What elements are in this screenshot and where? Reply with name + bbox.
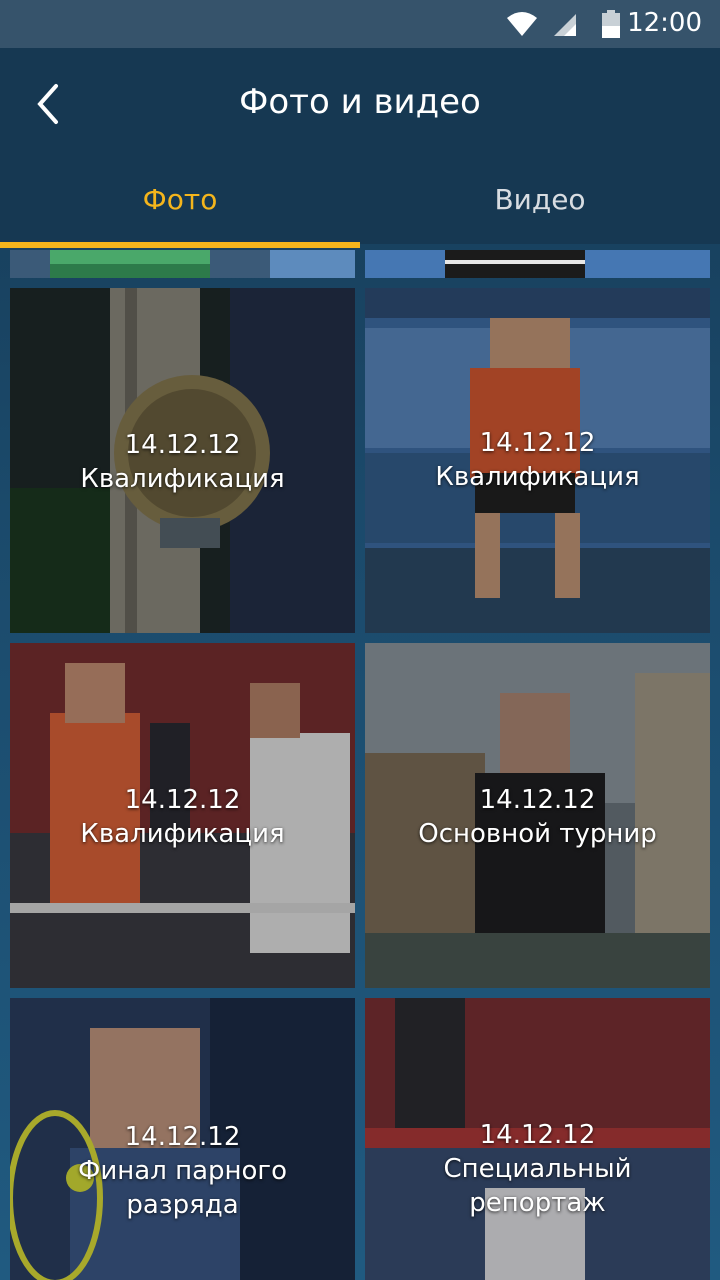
tile-title-line2: разряда <box>126 1190 239 1220</box>
tile-date: 14.12.12 <box>479 1120 596 1150</box>
tile-photo <box>365 250 710 278</box>
status-bar: 12:00 <box>0 0 720 48</box>
tab-bar: Фото Видео <box>0 168 720 244</box>
tile-title: Квалификация <box>80 819 285 849</box>
wifi-icon <box>507 12 537 36</box>
gallery-tile[interactable]: 14.12.12 Квалификация <box>10 288 355 633</box>
gallery-tile-partial[interactable] <box>10 250 355 278</box>
gallery-tile[interactable]: 14.12.12 Основной турнир <box>365 643 710 988</box>
gallery-tile[interactable]: 14.12.12 Квалификация <box>365 288 710 633</box>
signal-icon <box>554 14 576 36</box>
gallery-tile[interactable]: 14.12.12 Специальный репортаж <box>365 998 710 1280</box>
tile-date: 14.12.12 <box>479 785 596 815</box>
status-time: 12:00 <box>627 8 702 38</box>
gallery-tile-partial[interactable] <box>365 250 710 278</box>
tile-date: 14.12.12 <box>124 1122 241 1152</box>
tile-title: Квалификация <box>80 464 285 494</box>
tab-video[interactable]: Видео <box>360 168 720 244</box>
tab-indicator <box>0 242 360 248</box>
tile-title: Основной турнир <box>418 819 657 849</box>
gallery-tile[interactable]: 14.12.12 Финал парного разряда <box>10 998 355 1280</box>
tile-date: 14.12.12 <box>124 430 241 460</box>
tile-photo <box>10 250 355 278</box>
tile-title: Квалификация <box>435 462 640 492</box>
battery-icon <box>602 10 620 38</box>
tab-photo[interactable]: Фото <box>0 168 360 244</box>
gallery-tile[interactable]: 14.12.12 Квалификация <box>10 643 355 988</box>
tile-title-line2: репортаж <box>469 1188 606 1218</box>
tile-title-line1: Финал парного <box>77 1156 287 1186</box>
tile-date: 14.12.12 <box>124 785 241 815</box>
page-title: Фото и видео <box>239 82 481 122</box>
tile-date: 14.12.12 <box>479 428 596 458</box>
tile-title-line1: Специальный <box>443 1154 632 1184</box>
